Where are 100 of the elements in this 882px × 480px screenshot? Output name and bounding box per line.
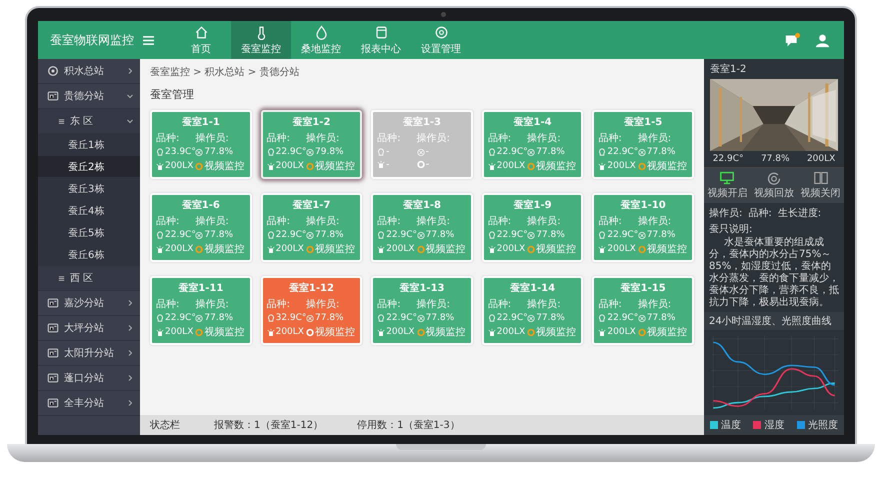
sidebar-item[interactable]: 蚕丘4栋 (38, 200, 140, 222)
variety-label: 品种: (748, 206, 772, 220)
chevron-right-icon (126, 324, 134, 332)
ring-icon[interactable] (527, 162, 536, 170)
room-title: 蚕室1-2 (291, 115, 332, 129)
video-link[interactable]: 视频监控 (646, 325, 687, 339)
lamp-icon (377, 328, 386, 336)
room-title: 蚕室1-7 (291, 198, 332, 212)
light-value: 200LX (607, 244, 636, 254)
building-icon (47, 347, 59, 359)
room-card[interactable]: 蚕室1-15 品种: 操作员: 22.9C° 77.8% 200LX 视频监控 (592, 276, 694, 345)
video-link[interactable]: 视频监控 (646, 242, 687, 256)
video-link[interactable]: 视频监控 (646, 159, 687, 173)
chat-icon[interactable] (784, 32, 801, 48)
nav-tab[interactable]: 首页 (171, 21, 231, 59)
video-action-button[interactable]: 视频关闭 (800, 171, 841, 200)
ring-icon[interactable] (416, 328, 425, 336)
humidity-value: 77.8% (315, 313, 344, 323)
ring-icon[interactable] (195, 244, 204, 254)
video-action-button[interactable]: 视频回放 (754, 171, 794, 200)
video-action-button[interactable]: 视频开启 (707, 171, 748, 200)
video-link[interactable]: 视频监控 (536, 242, 576, 256)
nav-tab[interactable]: 设置管理 (411, 21, 471, 59)
bulb-icon (156, 148, 164, 156)
alarm-count: 报警数：1（蚕室1-12） (214, 418, 324, 432)
video-link[interactable]: 视频监控 (426, 242, 466, 256)
room-title: 蚕室1-14 (509, 281, 556, 295)
menu-icon[interactable] (142, 34, 155, 46)
bulb-icon (488, 314, 496, 322)
temperature-value: 22.9C° (386, 230, 418, 240)
temperature-value: 22.9C° (607, 147, 638, 157)
variety-label: 品种: (156, 298, 180, 311)
nav-tab[interactable]: 报表中心 (351, 21, 411, 59)
variety-label: 品种: (598, 298, 623, 311)
video-link[interactable]: 视频监控 (426, 325, 466, 339)
video-link[interactable]: 视频监控 (204, 325, 244, 339)
room-card[interactable]: 蚕室1-11 品种: 操作员: 22.9C° 77.8% 200LX 视频监控 (150, 276, 252, 345)
sidebar-item[interactable]: 积水总站 (38, 59, 140, 84)
ring-icon[interactable] (638, 328, 646, 336)
sidebar-item[interactable]: 蚕丘1栋 (38, 134, 140, 156)
list-icon (58, 118, 65, 124)
operator-label: 操作员: (527, 298, 562, 311)
video-link[interactable]: 视频监控 (536, 325, 576, 339)
sidebar-item[interactable]: 太阳升分站 (38, 341, 140, 366)
room-card[interactable]: 蚕室1-2 品种: 操作员: 22.9C° 79.8% 200LX 视频监控 (260, 110, 362, 179)
light-value: - (386, 160, 390, 170)
room-card[interactable]: 蚕室1-14 品种: 操作员: 22.9C° 77.8% 200LX 视频监控 (482, 276, 584, 345)
sidebar-item[interactable]: 西 区 (38, 266, 140, 291)
room-card[interactable]: 蚕室1-9 品种: 操作员: 22.9C° 77.8% 200LX 视频监控 (482, 193, 584, 262)
sidebar-item[interactable]: 东 区 (38, 109, 140, 134)
ring-icon[interactable] (416, 244, 425, 254)
nav-tab[interactable]: 蚕室监控 (231, 21, 291, 59)
video-link[interactable]: 视频监控 (315, 242, 355, 256)
ring-icon[interactable] (195, 328, 204, 336)
sidebar-item[interactable]: 蓬口分站 (38, 366, 140, 391)
ring-icon[interactable] (638, 244, 646, 254)
room-card[interactable]: 蚕室1-5 品种: 操作员: 22.9C° 77.8% 200LX 视频监控 (592, 110, 694, 179)
user-icon[interactable] (815, 32, 830, 48)
ring-icon[interactable] (306, 162, 314, 170)
chevron-down-icon (126, 92, 134, 100)
nav-tab[interactable]: 桑地监控 (291, 21, 351, 59)
room-card[interactable]: 蚕室1-8 品种: 操作员: 22.9C° 77.8% 200LX 视频监控 (371, 193, 473, 262)
operator-label: 操作员: (416, 298, 451, 311)
operator-label: 操作员: (709, 207, 742, 220)
room-card[interactable]: 蚕室1-13 品种: 操作员: 22.9C° 77.8% 200LX 视频监控 (371, 276, 473, 345)
video-link[interactable]: 视频监控 (315, 159, 355, 173)
light-value: 200LX (276, 244, 304, 254)
room-card[interactable]: 蚕室1-4 品种: 操作员: 22.9C° 77.8% 200LX 视频监控 (482, 110, 584, 179)
room-card[interactable]: 蚕室1-6 品种: 操作员: 22.9C° 77.8% 200LX 视频监控 (150, 193, 252, 262)
ring-icon[interactable] (527, 244, 536, 254)
room-card[interactable]: 蚕室1-1 品种: 操作员: 23.9C° 77.8% 200LX 视频监控 (150, 110, 252, 179)
sidebar-item[interactable]: 蚕丘5栋 (38, 222, 140, 244)
sidebar-item[interactable]: 嘉沙分站 (38, 291, 140, 316)
ring-icon[interactable] (638, 162, 646, 170)
sidebar-item[interactable]: 全丰分站 (38, 391, 140, 416)
ring-icon[interactable] (195, 162, 204, 170)
monitor-icon (719, 171, 736, 185)
note-title: 蚕只说明: (709, 223, 754, 236)
gauge-icon (416, 314, 425, 322)
room-title: 蚕室1-8 (402, 198, 442, 212)
video-link[interactable]: 视频监控 (315, 325, 355, 339)
video-link[interactable]: 视频监控 (204, 242, 244, 256)
video-link[interactable]: 视频监控 (204, 159, 244, 173)
sidebar-item[interactable]: 蚕丘3栋 (38, 178, 140, 200)
room-card[interactable]: 蚕室1-3 品种: 操作员: - - - - (371, 110, 473, 179)
ring-icon[interactable] (527, 328, 536, 336)
variety-label: 品种: (266, 298, 291, 311)
room-card[interactable]: 蚕室1-12 品种: 操作员: 32.9C° 77.8% 200LX 视频监控 (260, 276, 362, 345)
sidebar-item[interactable]: 蚕丘2栋 (38, 156, 140, 178)
room-card[interactable]: 蚕室1-10 品种: 操作员: 22.9C° 77.8% 200LX 视频监控 (592, 193, 694, 262)
video-link[interactable]: - (426, 159, 430, 170)
operator-label: 操作员: (527, 215, 562, 228)
video-link[interactable]: 视频监控 (536, 159, 576, 173)
sidebar-item[interactable]: 蚕丘6栋 (38, 244, 140, 266)
variety-label: 品种: (377, 298, 402, 311)
sidebar-item[interactable]: 大坪分站 (38, 316, 140, 341)
legend-label: 光照度 (808, 418, 838, 432)
room-title: 蚕室1-4 (512, 115, 553, 129)
ring-icon[interactable] (306, 244, 314, 254)
room-card[interactable]: 蚕室1-7 品种: 操作员: 22.9C° 77.8% 200LX 视频监控 (260, 193, 362, 262)
